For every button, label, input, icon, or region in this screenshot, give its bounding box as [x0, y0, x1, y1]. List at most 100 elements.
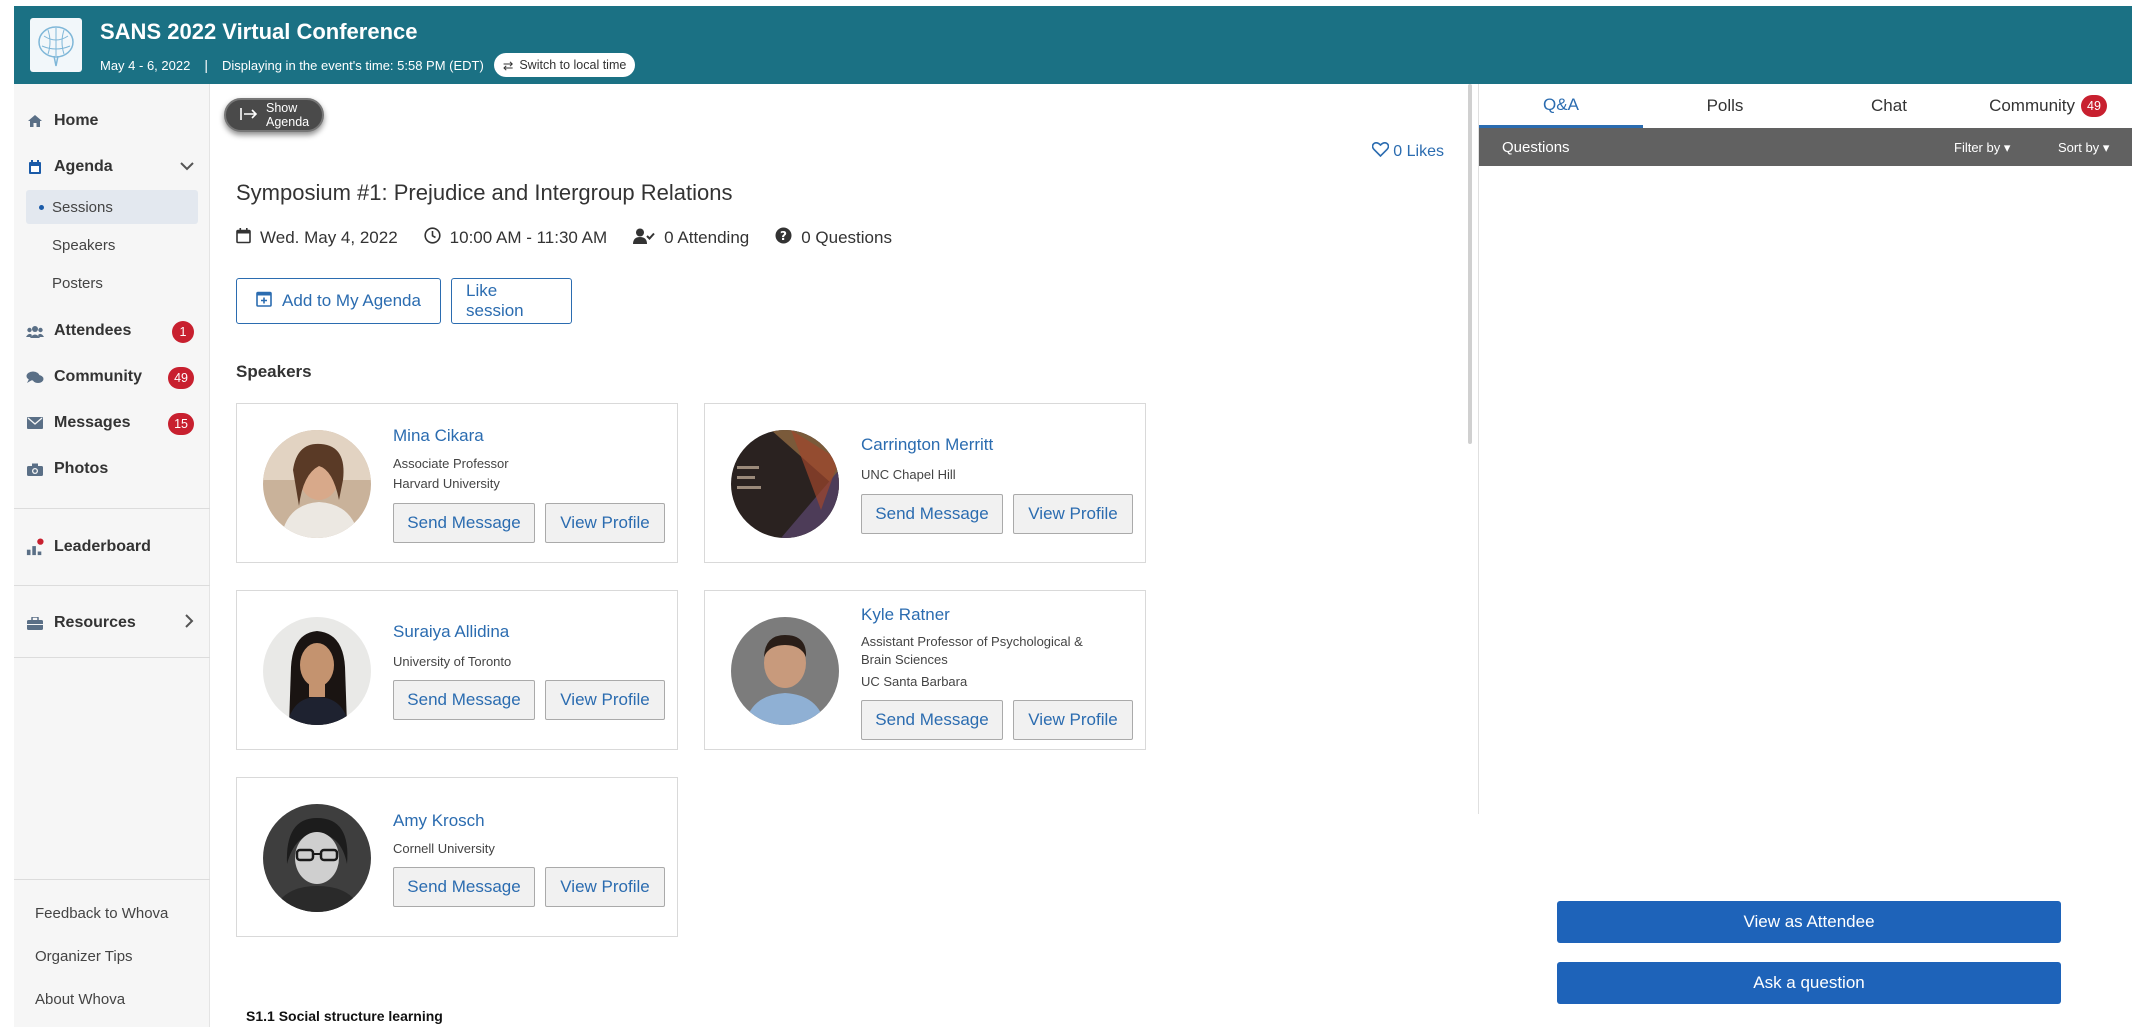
speaker-name-link[interactable]: Carrington Merritt	[861, 435, 993, 455]
active-dot-icon	[39, 205, 44, 210]
messages-badge: 15	[168, 413, 194, 435]
heart-icon	[1372, 141, 1390, 162]
sidebar-subitem-label: Speakers	[52, 236, 116, 254]
switch-local-time-label: Switch to local time	[519, 58, 627, 72]
sidebar-item-photos[interactable]: Photos	[14, 451, 210, 487]
session-detail: Show Agenda 0 Likes Symposium #1: Prejud…	[210, 84, 1472, 1027]
sidebar-divider	[14, 879, 210, 880]
sidebar-item-label: Leaderboard	[54, 538, 151, 555]
briefcase-icon	[26, 616, 44, 630]
speaker-card: Suraiya Allidina University of Toronto S…	[236, 590, 678, 750]
tab-qa[interactable]: Q&A	[1479, 84, 1643, 128]
tab-community[interactable]: Community 49	[1963, 84, 2132, 128]
sidebar-item-label: Attendees	[54, 322, 132, 339]
switch-local-time-button[interactable]: ⇄ Switch to local time	[493, 53, 636, 77]
filter-by-label: Filter by	[1954, 140, 2001, 155]
tab-chat[interactable]: Chat	[1807, 84, 1971, 128]
feedback-link[interactable]: Feedback to Whova	[35, 905, 168, 922]
event-dates: May 4 - 6, 2022	[100, 57, 191, 73]
calendar-outline-icon	[236, 227, 251, 249]
sidebar-subitem-speakers[interactable]: Speakers	[26, 228, 198, 262]
sidebar-item-attendees[interactable]: Attendees 1	[14, 313, 210, 349]
camera-icon	[26, 463, 44, 476]
speaker-card: Kyle Ratner Assistant Professor of Psych…	[704, 590, 1146, 750]
view-profile-button[interactable]: View Profile	[545, 503, 665, 543]
sidebar-item-label: Agenda	[54, 158, 113, 175]
swap-arrows-icon: ⇄	[502, 58, 514, 73]
add-to-agenda-button[interactable]: Add to My Agenda	[236, 278, 441, 324]
session-attending-text: 0 Attending	[664, 228, 750, 247]
add-to-agenda-label: Add to My Agenda	[282, 291, 421, 310]
speaker-avatar[interactable]	[731, 617, 839, 725]
speaker-name-link[interactable]: Suraiya Allidina	[393, 622, 509, 642]
send-message-button[interactable]: Send Message	[861, 700, 1003, 740]
session-questions: ? 0 Questions	[775, 227, 892, 249]
like-session-button[interactable]: Like session	[451, 278, 572, 324]
sidebar-subitem-posters[interactable]: Posters	[26, 266, 198, 300]
sidebar-item-agenda[interactable]: Agenda	[14, 149, 210, 185]
question-circle-icon: ?	[775, 227, 792, 249]
likes-count: 0 Likes	[1393, 143, 1444, 160]
speaker-affiliation: UNC Chapel Hill	[861, 467, 956, 482]
view-profile-button[interactable]: View Profile	[545, 680, 665, 720]
main-scrollbar[interactable]	[1468, 84, 1472, 444]
tab-polls[interactable]: Polls	[1643, 84, 1807, 128]
session-attending: 0 Attending	[633, 228, 749, 249]
sidebar-subitem-sessions[interactable]: Sessions	[26, 190, 198, 224]
panel-gap	[1477, 814, 1481, 1027]
session-date: Wed. May 4, 2022	[236, 227, 398, 249]
sort-by-label: Sort by	[2058, 140, 2100, 155]
app-title: SANS 2022 Virtual Conference	[100, 19, 418, 44]
chevron-right-icon[interactable]	[184, 614, 194, 631]
caret-down-icon: ▾	[2102, 140, 2110, 155]
sidebar-item-home[interactable]: Home	[14, 103, 210, 139]
caret-down-icon: ▾	[2003, 140, 2011, 155]
speaker-affiliation: University of Toronto	[393, 654, 512, 669]
leaderboard-icon	[26, 537, 44, 557]
speaker-avatar[interactable]	[731, 430, 839, 538]
community-tab-badge: 49	[2081, 95, 2107, 117]
session-time-text: 10:00 AM - 11:30 AM	[449, 228, 608, 247]
view-profile-button[interactable]: View Profile	[545, 867, 665, 907]
speaker-avatar[interactable]	[263, 804, 371, 912]
ask-question-button[interactable]: Ask a question	[1557, 962, 2061, 1004]
comments-icon	[26, 370, 44, 384]
sidebar-item-community[interactable]: Community 49	[14, 359, 210, 395]
organizer-tips-link[interactable]: Organizer Tips	[35, 948, 133, 965]
top-header: SANS 2022 Virtual Conference May 4 - 6, …	[14, 6, 2132, 84]
subsession-heading: S1.1 Social structure learning	[246, 1008, 443, 1024]
speaker-name-link[interactable]: Kyle Ratner	[861, 605, 950, 625]
speaker-title-continued: Brain Sciences	[861, 652, 948, 667]
show-agenda-label: Show Agenda	[266, 101, 310, 129]
chevron-down-icon[interactable]	[180, 158, 194, 174]
view-profile-button[interactable]: View Profile	[1013, 700, 1133, 740]
sidebar-item-label: Home	[54, 112, 99, 129]
sidebar-item-label: Resources	[54, 614, 136, 631]
filter-by-dropdown[interactable]: Filter by ▾	[1954, 140, 2010, 156]
view-as-attendee-button[interactable]: View as Attendee	[1557, 901, 2061, 943]
speaker-title: Assistant Professor of Psychological &	[861, 634, 1083, 649]
right-panel: Q&A Polls Chat Community 49 Questions Fi…	[1477, 84, 2132, 1027]
sidebar-item-messages[interactable]: Messages 15	[14, 405, 210, 441]
about-whova-link[interactable]: About Whova	[35, 991, 125, 1008]
show-agenda-button[interactable]: Show Agenda	[224, 98, 324, 132]
session-title: Symposium #1: Prejudice and Intergroup R…	[236, 180, 733, 205]
sidebar-subitem-label: Sessions	[52, 198, 113, 216]
likes-link[interactable]: 0 Likes	[1372, 141, 1444, 162]
conference-logo[interactable]	[30, 18, 82, 72]
envelope-icon	[26, 417, 44, 429]
speaker-avatar[interactable]	[263, 430, 371, 538]
sidebar-item-resources[interactable]: Resources	[14, 605, 210, 641]
sort-by-dropdown[interactable]: Sort by ▾	[2058, 140, 2109, 156]
speaker-name-link[interactable]: Mina Cikara	[393, 426, 484, 446]
view-profile-button[interactable]: View Profile	[1013, 494, 1133, 534]
send-message-button[interactable]: Send Message	[393, 503, 535, 543]
speaker-name-link[interactable]: Amy Krosch	[393, 811, 485, 831]
send-message-button[interactable]: Send Message	[393, 680, 535, 720]
questions-toolbar: Questions Filter by ▾ Sort by ▾	[1479, 128, 2132, 166]
send-message-button[interactable]: Send Message	[861, 494, 1003, 534]
sidebar-item-leaderboard[interactable]: Leaderboard	[14, 529, 210, 565]
speaker-avatar[interactable]	[263, 617, 371, 725]
send-message-button[interactable]: Send Message	[393, 867, 535, 907]
speaker-affiliation: Cornell University	[393, 841, 495, 856]
